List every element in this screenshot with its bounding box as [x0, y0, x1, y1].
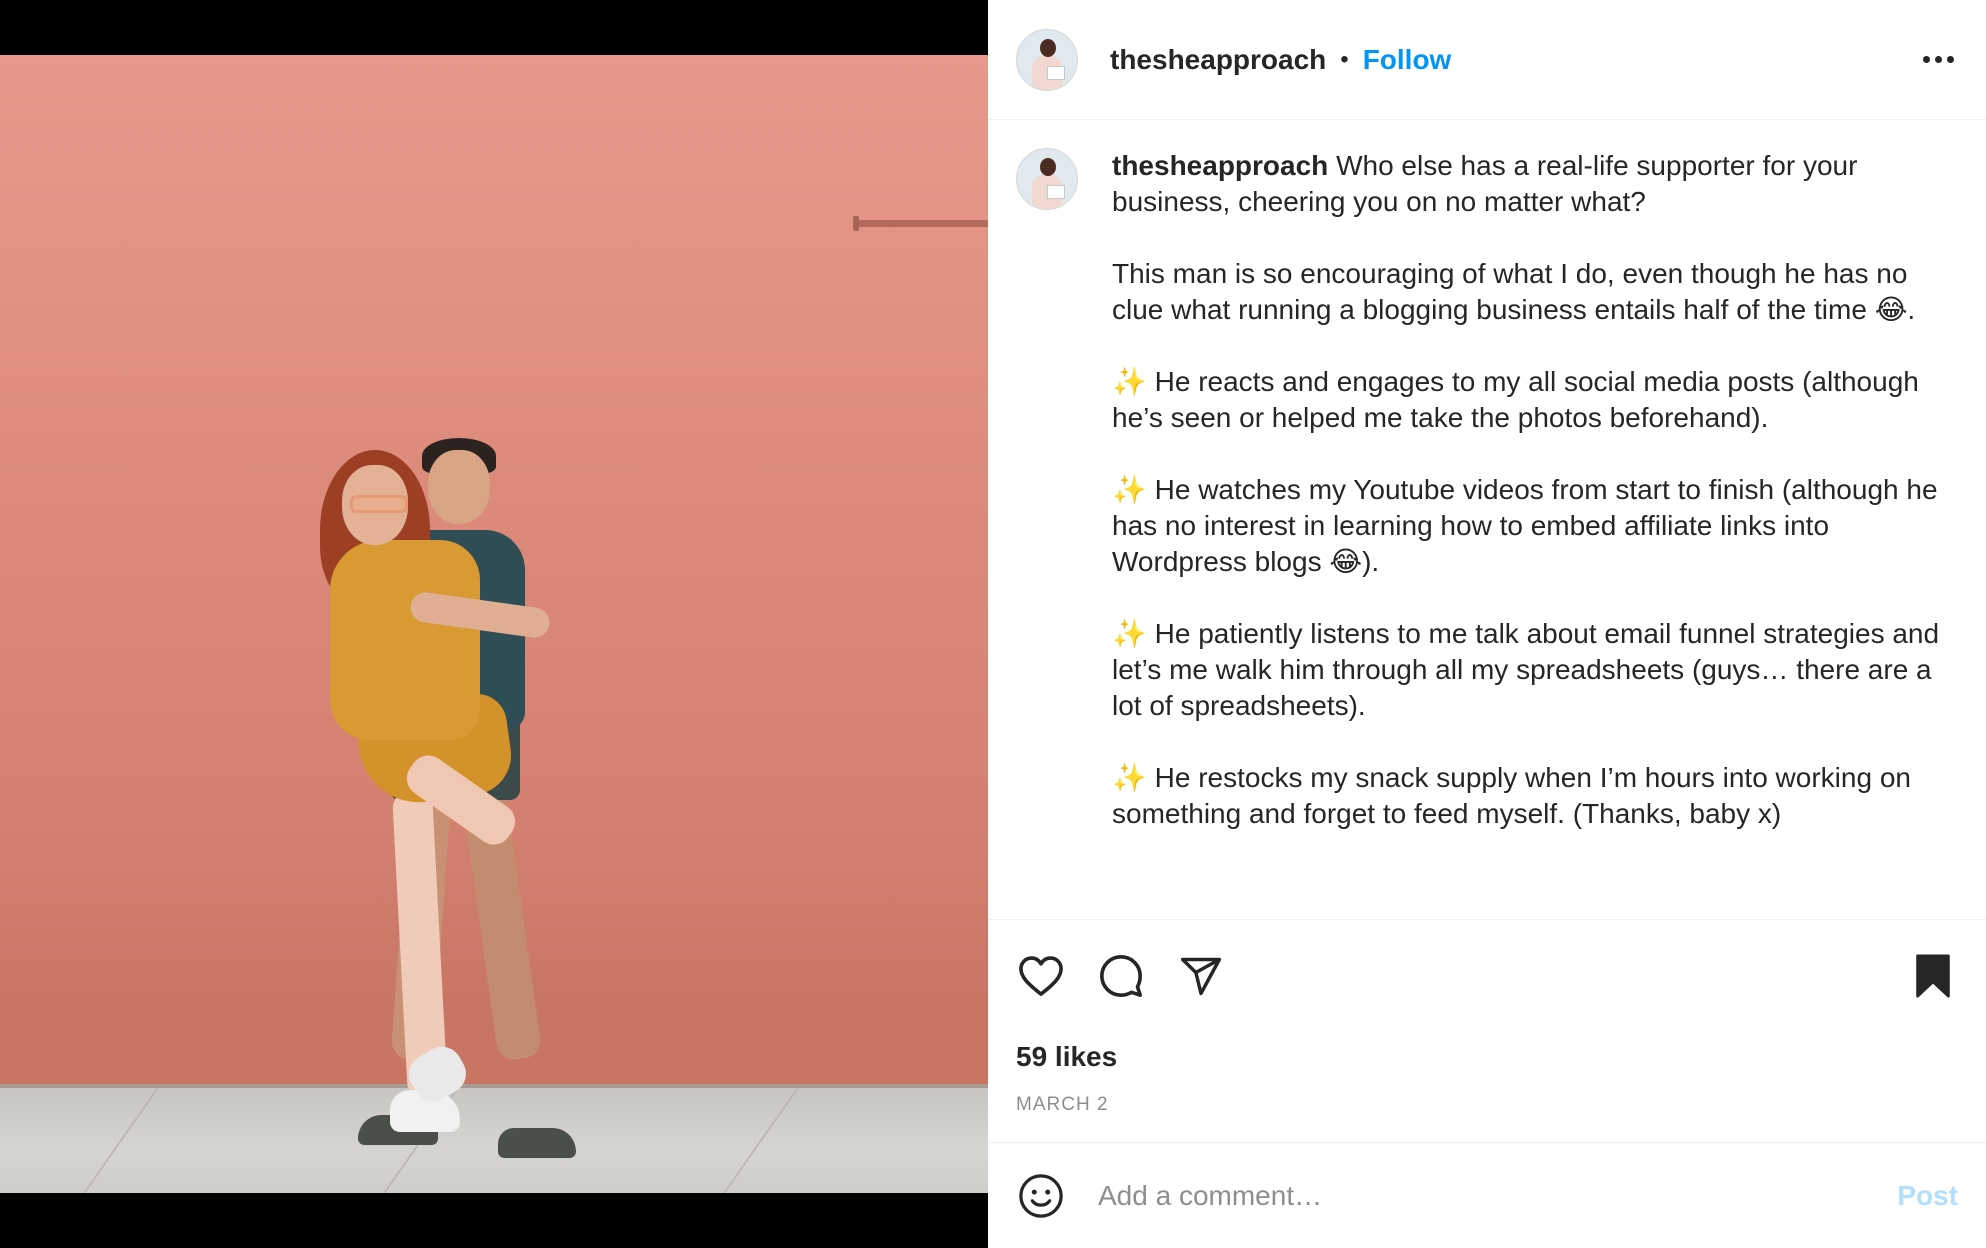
more-options-icon[interactable]: [1918, 40, 1958, 80]
post-photo[interactable]: [0, 55, 988, 1193]
caption-username[interactable]: thesheapproach: [1112, 150, 1328, 181]
author-avatar[interactable]: [1016, 28, 1078, 91]
caption-paragraph: This man is so encouraging of what I do,…: [1112, 258, 1916, 325]
comment-bar: Post: [988, 1142, 1986, 1248]
heart-icon[interactable]: [1016, 951, 1066, 1001]
post-sidebar: thesheapproach • Follow thesheapproach W…: [988, 0, 1986, 1248]
author-username[interactable]: thesheapproach: [1110, 44, 1326, 76]
wall-pipe: [853, 216, 988, 231]
post-date[interactable]: MARCH 2: [988, 1082, 1986, 1128]
smiley-icon[interactable]: [1016, 1171, 1066, 1221]
post-actions: [988, 920, 1986, 1032]
bookmark-icon[interactable]: [1908, 951, 1958, 1001]
likes-count[interactable]: 59 likes: [988, 1032, 1986, 1082]
caption-paragraph: ✨ He patiently listens to me talk about …: [1112, 618, 1940, 721]
separator-dot: •: [1340, 45, 1349, 73]
caption-area[interactable]: thesheapproach Who else has a real-life …: [988, 120, 1986, 920]
caption-paragraph: ✨ He watches my Youtube videos from star…: [1112, 474, 1938, 577]
instagram-post: thesheapproach • Follow thesheapproach W…: [0, 0, 1986, 1248]
couple-figure: [320, 410, 660, 1158]
caption-paragraph: ✨ He restocks my snack supply when I’m h…: [1112, 762, 1911, 829]
comment-input[interactable]: [1096, 1178, 1898, 1213]
follow-button[interactable]: Follow: [1363, 44, 1452, 76]
caption-text: thesheapproach Who else has a real-life …: [1112, 148, 1946, 919]
post-header: thesheapproach • Follow: [988, 0, 1986, 120]
comment-icon[interactable]: [1096, 951, 1146, 1001]
caption-avatar[interactable]: [1016, 148, 1078, 210]
caption-paragraph: ✨ He reacts and engages to my all social…: [1112, 366, 1919, 433]
paper-plane-icon[interactable]: [1176, 951, 1226, 1001]
post-media: [0, 0, 988, 1248]
post-comment-button[interactable]: Post: [1897, 1180, 1958, 1212]
